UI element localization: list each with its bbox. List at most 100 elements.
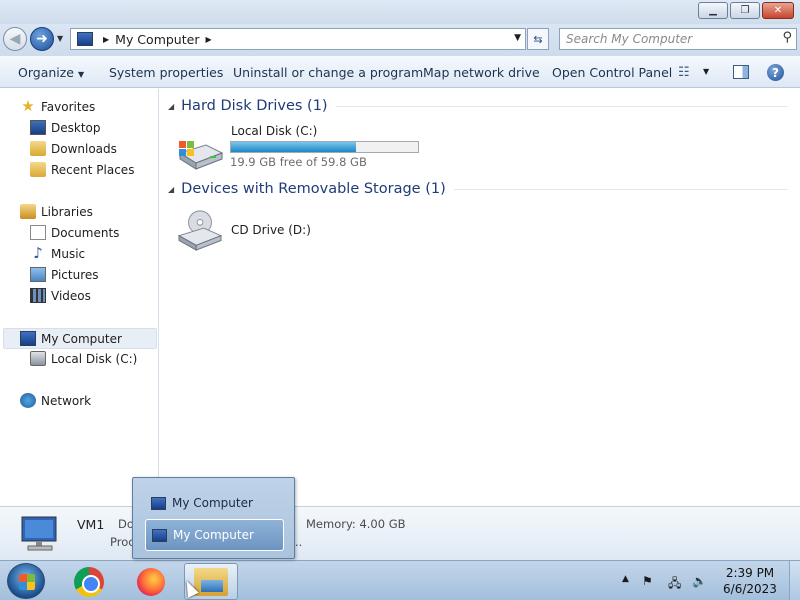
refresh-button[interactable]: ⇆	[527, 28, 549, 50]
sidebar-item-label: Favorites	[41, 99, 96, 114]
network-icon	[20, 393, 36, 408]
close-button[interactable]: ✕	[762, 2, 794, 19]
sidebar-item-libraries[interactable]: Libraries	[20, 204, 93, 219]
taskbar-app-chrome[interactable]	[62, 563, 116, 600]
group-divider	[335, 105, 788, 107]
organize-button[interactable]: Organize ▼	[18, 65, 84, 80]
window-list-item[interactable]: My Computer	[145, 519, 284, 551]
clock[interactable]: 2:39 PM 6/6/2023	[720, 565, 780, 597]
group-header-hard-disk-drives[interactable]: ◢ Hard Disk Drives (1)	[168, 98, 788, 114]
window-list-item[interactable]: My Computer	[145, 487, 284, 519]
computer-icon	[20, 331, 36, 346]
sidebar-item-local-disk[interactable]: Local Disk (C:)	[30, 351, 137, 366]
libraries-icon	[20, 204, 36, 219]
sidebar-item-music[interactable]: ♪ Music	[30, 246, 85, 261]
drive-free-space: 19.9 GB free of 59.8 GB	[230, 155, 367, 169]
sidebar-item-label: Desktop	[51, 120, 101, 135]
drive-name: CD Drive (D:)	[231, 223, 311, 237]
processor-label: Proc	[110, 535, 135, 549]
back-arrow-icon: ◀	[9, 31, 21, 47]
start-button[interactable]	[7, 563, 45, 599]
restore-button[interactable]: ❐	[730, 2, 760, 19]
action-center-icon[interactable]: ⚑	[642, 574, 653, 588]
recent-pages-dropdown[interactable]: ▼	[57, 34, 63, 43]
forward-button[interactable]: ➜	[30, 27, 54, 51]
search-icon[interactable]: ⚲	[782, 30, 792, 45]
show-hidden-icons-button[interactable]: ▲	[622, 574, 629, 584]
pictures-icon	[30, 267, 46, 282]
map-network-drive-button[interactable]: Map network drive	[423, 65, 540, 80]
hard-disk-icon	[178, 141, 224, 170]
computer-icon	[152, 528, 167, 542]
breadcrumb-my-computer[interactable]: My Computer	[115, 32, 199, 47]
group-title: Hard Disk Drives (1)	[181, 98, 328, 114]
sidebar-item-label: Pictures	[51, 267, 99, 282]
sidebar-item-favorites[interactable]: ★ Favorites	[20, 99, 95, 114]
group-title: Devices with Removable Storage (1)	[181, 181, 446, 197]
content-pane: ◢ Hard Disk Drives (1) Local Disk (C:) 1…	[160, 89, 800, 506]
minimize-button[interactable]: ▁	[698, 2, 728, 19]
sidebar-item-documents[interactable]: Documents	[30, 225, 119, 240]
computer-name: VM1	[77, 517, 105, 532]
collapse-triangle-icon[interactable]: ◢	[168, 185, 174, 194]
sidebar-item-label: Music	[51, 246, 86, 261]
address-bar[interactable]: ▶ My Computer ▶ ▼	[70, 28, 526, 50]
search-input[interactable]: Search My Computer ⚲	[559, 28, 797, 50]
change-view-icon[interactable]: ☷	[678, 65, 690, 80]
search-placeholder: Search My Computer	[566, 32, 693, 46]
disk-usage-fill	[231, 142, 356, 152]
command-bar: Organize ▼ System properties Uninstall o…	[0, 56, 800, 88]
uninstall-program-button[interactable]: Uninstall or change a program	[233, 65, 423, 80]
disk-icon	[30, 351, 46, 366]
taskbar: ▲ ⚑ 🖧 🔈 2:39 PM 6/6/2023	[0, 560, 800, 600]
downloads-icon	[30, 141, 46, 156]
clock-time: 2:39 PM	[725, 566, 775, 580]
sidebar-item-desktop[interactable]: Desktop	[30, 120, 101, 135]
window-controls: ▁ ❐ ✕	[698, 2, 794, 19]
view-options-dropdown-icon[interactable]: ▼	[703, 67, 709, 76]
show-desktop-button[interactable]	[789, 561, 800, 600]
breadcrumb-chevron-icon[interactable]: ▶	[205, 35, 211, 44]
open-control-panel-button[interactable]: Open Control Panel	[552, 65, 672, 80]
collapse-triangle-icon[interactable]: ◢	[168, 102, 174, 111]
videos-icon	[30, 288, 46, 303]
address-dropdown-icon[interactable]: ▼	[514, 33, 521, 43]
organize-label: Organize	[18, 65, 74, 80]
windows-logo-icon	[19, 574, 35, 590]
sidebar-item-label: Documents	[51, 225, 120, 240]
sidebar-item-videos[interactable]: Videos	[30, 288, 91, 303]
sidebar-item-label: Network	[41, 393, 92, 408]
minimize-icon: ▁	[709, 5, 717, 16]
back-button[interactable]: ◀	[3, 27, 27, 51]
window-list-label: My Computer	[172, 496, 253, 510]
refresh-icon: ⇆	[533, 32, 543, 46]
window-list-label: My Computer	[173, 528, 254, 542]
sidebar-item-downloads[interactable]: Downloads	[30, 141, 117, 156]
sidebar-item-my-computer[interactable]: My Computer	[3, 328, 157, 349]
disk-usage-bar	[230, 141, 419, 153]
computer-icon	[77, 32, 93, 46]
sidebar-item-label: Recent Places	[51, 162, 135, 177]
music-icon: ♪	[33, 244, 43, 262]
group-divider	[453, 188, 788, 190]
network-tray-icon[interactable]: 🖧	[668, 574, 681, 595]
documents-icon	[30, 225, 46, 240]
sidebar-item-pictures[interactable]: Pictures	[30, 267, 99, 282]
forward-arrow-icon: ➜	[36, 31, 48, 47]
sidebar-item-network[interactable]: Network	[20, 393, 91, 408]
taskbar-app-firefox[interactable]	[124, 563, 178, 600]
volume-muted-icon[interactable]: 🔈	[692, 574, 707, 588]
breadcrumb-separator-icon[interactable]: ▶	[103, 35, 109, 44]
firefox-icon	[137, 567, 165, 596]
computer-icon	[151, 496, 166, 510]
sidebar-item-recent-places[interactable]: Recent Places	[30, 162, 134, 177]
group-header-removable-storage[interactable]: ◢ Devices with Removable Storage (1)	[168, 181, 788, 197]
help-icon[interactable]: ?	[767, 64, 784, 81]
close-icon: ✕	[773, 5, 783, 16]
window-titlebar: ▁ ❐ ✕	[0, 0, 800, 24]
star-icon: ★	[21, 97, 35, 115]
preview-pane-icon[interactable]	[733, 65, 749, 79]
system-properties-button[interactable]: System properties	[109, 65, 223, 80]
desktop-icon	[30, 120, 46, 135]
clock-date: 6/6/2023	[723, 582, 777, 596]
